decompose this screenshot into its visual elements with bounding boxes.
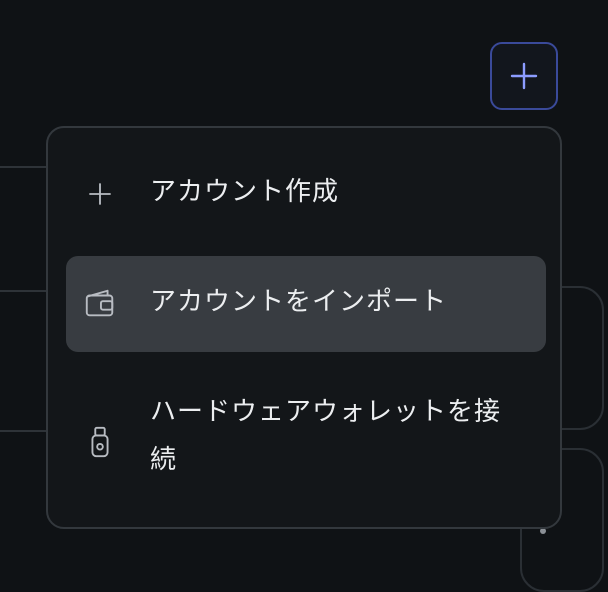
add-account-menu: アカウント作成 アカウントをインポート ハードウェアウォレットを接続 <box>46 126 562 529</box>
menu-item-label: アカウントをインポート <box>150 287 448 317</box>
plus-icon <box>510 62 538 90</box>
plus-icon <box>82 176 118 212</box>
menu-item-connect-hardware-wallet[interactable]: ハードウェアウォレットを接続 <box>66 386 546 498</box>
menu-item-import-account[interactable]: アカウントをインポート <box>66 256 546 352</box>
background-divider <box>0 166 46 168</box>
add-account-button[interactable] <box>490 42 558 110</box>
menu-item-create-account[interactable]: アカウント作成 <box>66 154 546 234</box>
background-divider <box>0 290 46 292</box>
usb-key-icon <box>82 424 118 460</box>
wallet-icon <box>82 286 118 322</box>
menu-item-label: アカウント作成 <box>150 177 340 207</box>
background-divider <box>0 430 46 432</box>
menu-item-label: ハードウェアウォレットを接続 <box>150 397 502 475</box>
